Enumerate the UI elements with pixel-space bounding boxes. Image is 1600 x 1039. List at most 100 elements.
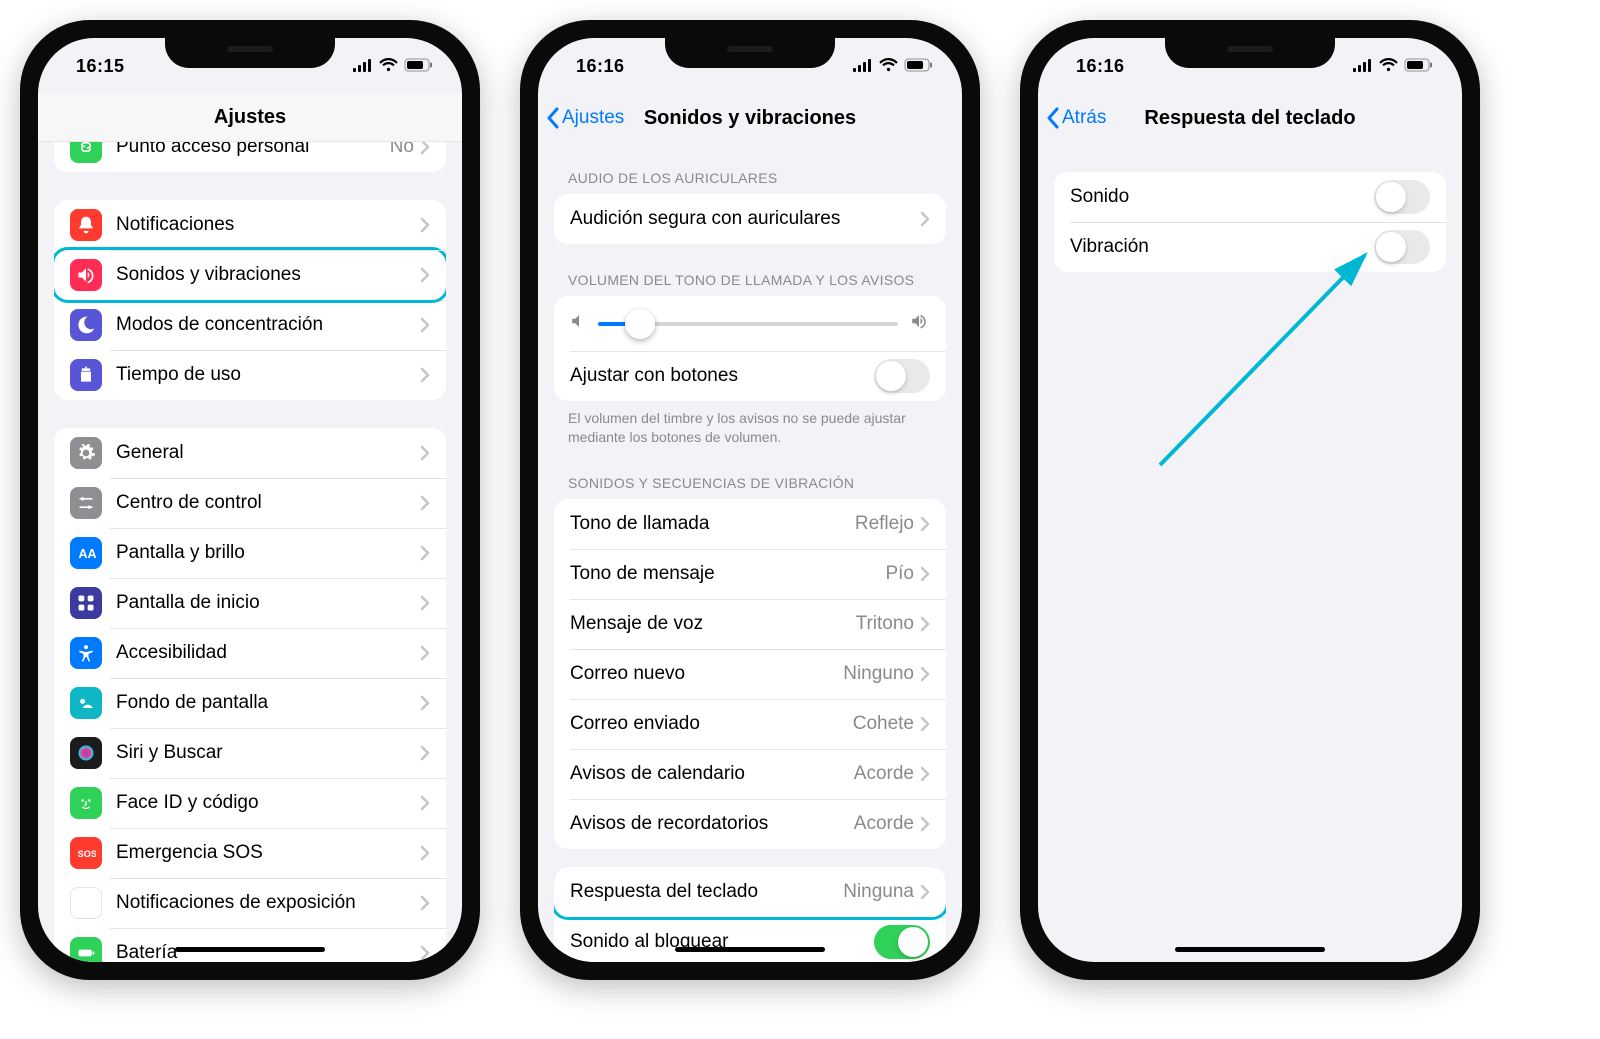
row-fondo-de-pantalla[interactable]: Fondo de pantalla: [54, 678, 446, 728]
row-icon: [70, 487, 102, 519]
section-header-headphone: AUDIO DE LOS AURICULARES: [568, 170, 932, 186]
group-hotspot: Punto acceso personal No: [54, 142, 446, 172]
row-siri-y-buscar[interactable]: Siri y Buscar: [54, 728, 446, 778]
chevron-left-icon: [1046, 107, 1060, 129]
chevron-right-icon: [420, 795, 430, 811]
row-general[interactable]: General: [54, 428, 446, 478]
chevron-right-icon: [920, 516, 930, 532]
row-correo-enviado[interactable]: Correo enviadoCohete: [554, 699, 946, 749]
row-face-id-y-c-digo[interactable]: Face ID y código: [54, 778, 446, 828]
group-patterns: Tono de llamadaReflejoTono de mensajePío…: [554, 499, 946, 849]
row-sonido[interactable]: Sonido: [1054, 172, 1446, 222]
row-icon: [70, 209, 102, 241]
svg-text:SOS: SOS: [78, 849, 96, 859]
row-centro-de-control[interactable]: Centro de control: [54, 478, 446, 528]
row-icon: [70, 359, 102, 391]
row-label: Accesibilidad: [116, 642, 420, 664]
row-value: Ninguno: [843, 663, 914, 685]
chevron-right-icon: [420, 317, 430, 333]
row-label: Centro de control: [116, 492, 420, 514]
svg-text:AA: AA: [79, 547, 97, 561]
chevron-right-icon: [420, 595, 430, 611]
row-label: Avisos de recordatorios: [570, 813, 854, 835]
row-emergencia-sos[interactable]: SOS Emergencia SOS: [54, 828, 446, 878]
chevron-left-icon: [546, 107, 560, 129]
page-title: Ajustes: [52, 106, 448, 129]
row-bater-a[interactable]: Batería: [54, 928, 446, 962]
row-tono-de-mensaje[interactable]: Tono de mensajePío: [554, 549, 946, 599]
chevron-right-icon: [420, 895, 430, 911]
battery-icon: [1404, 56, 1434, 77]
row-personal-hotspot[interactable]: Punto acceso personal No: [54, 142, 446, 172]
toggle[interactable]: [1374, 180, 1430, 214]
wifi-icon: [379, 56, 398, 77]
row-headphone-safety[interactable]: Audición segura con auriculares: [554, 194, 946, 244]
row-change-with-buttons[interactable]: Ajustar con botones: [554, 351, 946, 401]
chevron-right-icon: [420, 545, 430, 561]
row-avisos-de-calendario[interactable]: Avisos de calendarioAcorde: [554, 749, 946, 799]
row-label: Tiempo de uso: [116, 364, 420, 386]
phone-settings-main: 16:15 Ajustes Punto acceso personal No: [20, 20, 480, 980]
back-button[interactable]: Ajustes: [546, 107, 624, 129]
toggle-change-with-buttons[interactable]: [874, 359, 930, 393]
row-tiempo-de-uso[interactable]: Tiempo de uso: [54, 350, 446, 400]
group-volume: Ajustar con botones: [554, 296, 946, 401]
group-general: General Centro de control AA Pantalla y bri…: [54, 428, 446, 962]
row-value: Pío: [885, 563, 914, 585]
ringer-volume-slider[interactable]: [554, 296, 946, 351]
signal-icon: [353, 56, 373, 77]
wifi-icon: [879, 56, 898, 77]
row-modos-de-concentraci-n[interactable]: Modos de concentración: [54, 300, 446, 350]
chevron-right-icon: [920, 666, 930, 682]
home-indicator: [675, 947, 825, 952]
row-label: Vibración: [1070, 236, 1374, 258]
section-header-patterns: SONIDOS Y SECUENCIAS DE VIBRACIÓN: [568, 475, 932, 491]
row-keyboard-feedback[interactable]: Respuesta del teclado Ninguna: [554, 867, 946, 917]
row-avisos-de-recordatorios[interactable]: Avisos de recordatoriosAcorde: [554, 799, 946, 849]
navbar-settings: Ajustes: [38, 94, 462, 142]
row-pantalla-de-inicio[interactable]: Pantalla de inicio: [54, 578, 446, 628]
row-label: General: [116, 442, 420, 464]
row-icon: AA: [70, 537, 102, 569]
row-lock-sound[interactable]: Sonido al bloquear: [554, 917, 946, 962]
row-label: Avisos de calendario: [570, 763, 854, 785]
battery-icon: [404, 56, 434, 77]
row-mensaje-de-voz[interactable]: Mensaje de vozTritono: [554, 599, 946, 649]
row-icon: [70, 309, 102, 341]
back-button[interactable]: Atrás: [1046, 107, 1106, 129]
row-label: Emergencia SOS: [116, 842, 420, 864]
group-notifications: NotificacionesSonidos y vibracionesModos…: [54, 200, 446, 400]
row-notificaciones[interactable]: Notificaciones: [54, 200, 446, 250]
row-icon: [70, 587, 102, 619]
section-header-volume: VOLUMEN DEL TONO DE LLAMADA Y LOS AVISOS: [568, 272, 932, 288]
chevron-right-icon: [920, 566, 930, 582]
row-label: Mensaje de voz: [570, 613, 856, 635]
row-sonidos-y-vibraciones[interactable]: Sonidos y vibraciones: [54, 250, 446, 300]
row-label: Batería: [116, 942, 420, 962]
row-label: Sonido: [1070, 186, 1374, 208]
row-label: Pantalla y brillo: [116, 542, 420, 564]
toggle-lock-sound[interactable]: [874, 925, 930, 959]
chevron-right-icon: [420, 445, 430, 461]
row-icon: [70, 687, 102, 719]
row-tono-de-llamada[interactable]: Tono de llamadaReflejo: [554, 499, 946, 549]
home-indicator: [1175, 947, 1325, 952]
row-accesibilidad[interactable]: Accesibilidad: [54, 628, 446, 678]
row-icon: [70, 437, 102, 469]
phone-sounds: 16:16 Ajustes Sonidos y vibraciones AUDI…: [520, 20, 980, 980]
row-icon: [70, 937, 102, 962]
row-pantalla-y-brillo[interactable]: AA Pantalla y brillo: [54, 528, 446, 578]
status-time: 16:15: [76, 56, 125, 77]
row-label: Tono de llamada: [570, 513, 855, 535]
group-headphone: Audición segura con auriculares: [554, 194, 946, 244]
chevron-right-icon: [420, 267, 430, 283]
row-label: Face ID y código: [116, 792, 420, 814]
toggle[interactable]: [1374, 230, 1430, 264]
row-correo-nuevo[interactable]: Correo nuevoNinguno: [554, 649, 946, 699]
row-vibraci-n[interactable]: Vibración: [1054, 222, 1446, 272]
row-label: Fondo de pantalla: [116, 692, 420, 714]
group-keyboard-feedback: Sonido Vibración: [1054, 172, 1446, 272]
signal-icon: [853, 56, 873, 77]
row-icon: [70, 737, 102, 769]
row-notificaciones-de-exposici-n[interactable]: Notificaciones de exposición: [54, 878, 446, 928]
